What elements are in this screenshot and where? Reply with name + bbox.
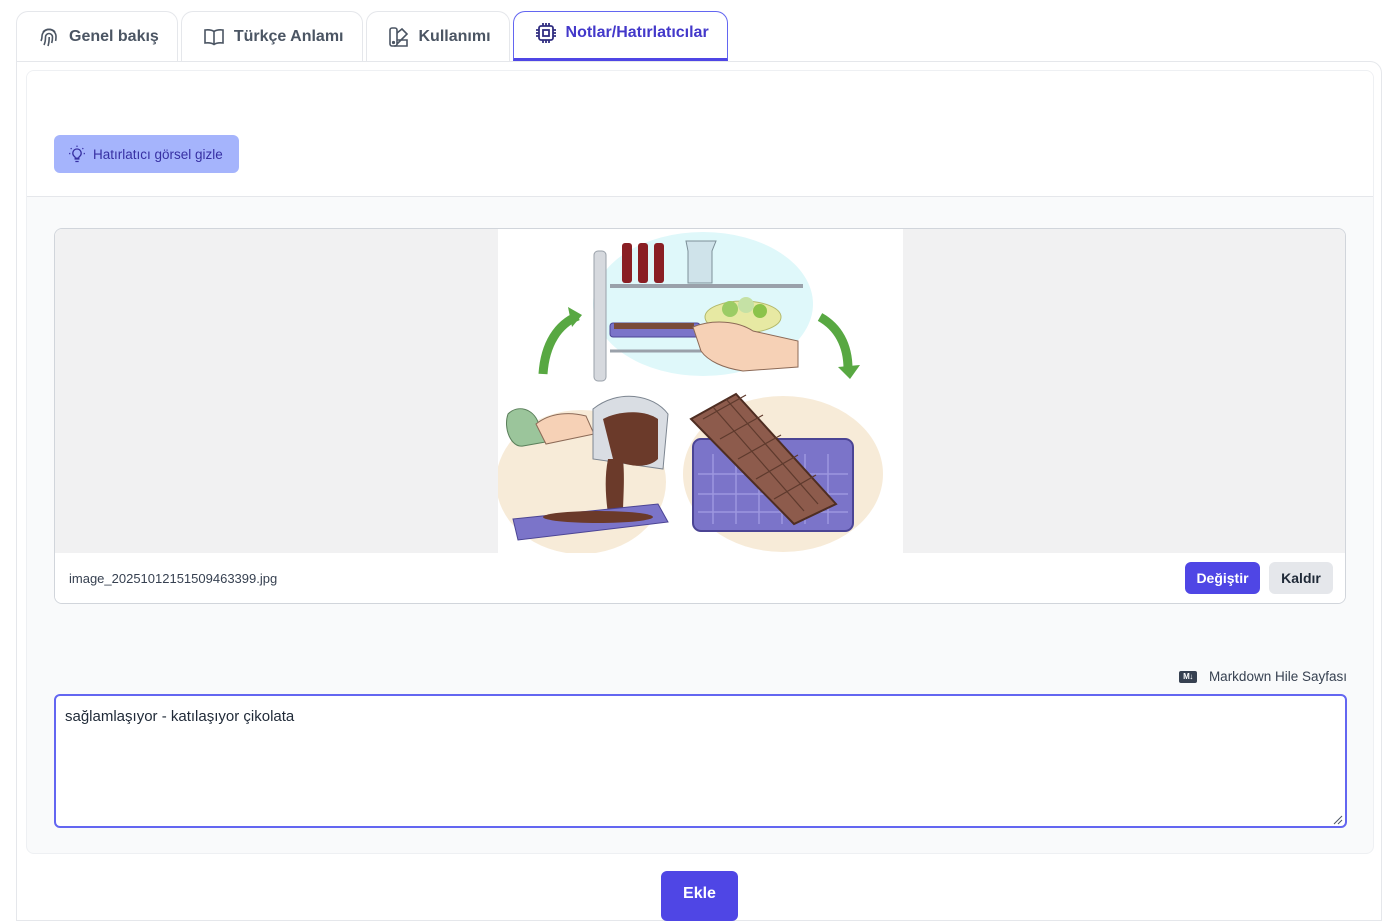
tab-label: Genel bakış <box>69 27 159 45</box>
notes-card: Hatırlatıcı görsel gizle image_202510121… <box>26 70 1374 854</box>
remove-image-button[interactable]: Kaldır <box>1269 562 1333 594</box>
image-area <box>55 229 1345 553</box>
resize-handle-icon[interactable] <box>1333 815 1343 825</box>
tab-label: Notlar/Hatırlatıcılar <box>565 24 709 41</box>
tab-usage[interactable]: Kullanımı <box>365 11 510 61</box>
tab-notes[interactable]: Notlar/Hatırlatıcılar <box>512 11 728 61</box>
add-button[interactable]: Ekle <box>661 871 738 921</box>
markdown-cheatsheet-link[interactable]: M↓ Markdown Hile Sayfası <box>1178 669 1347 684</box>
image-filename: image_20251012151509463399.jpg <box>69 571 278 586</box>
tab-label: Türkçe Anlamı <box>233 27 344 45</box>
tab-panel: Hatırlatıcı görsel gizle image_202510121… <box>16 61 1382 921</box>
image-preview: image_20251012151509463399.jpg Değiştir … <box>54 228 1346 604</box>
tab-overview[interactable]: Genel bakış <box>16 11 178 61</box>
swatch-icon <box>388 26 408 47</box>
hide-hint-image-label: Hatırlatıcı görsel gizle <box>93 146 223 162</box>
note-textarea[interactable]: sağlamlaşıyor - katılaşıyor çikolata <box>54 694 1347 828</box>
card-header: Hatırlatıcı görsel gizle <box>27 71 1373 197</box>
tab-label: Kullanımı <box>418 27 491 45</box>
hide-hint-image-button[interactable]: Hatırlatıcı görsel gizle <box>54 135 239 173</box>
chocolate-illustration <box>498 229 903 553</box>
image-footer: image_20251012151509463399.jpg Değiştir … <box>55 553 1345 603</box>
markdown-cheatsheet-label: Markdown Hile Sayfası <box>1208 669 1347 684</box>
change-image-button[interactable]: Değiştir <box>1185 562 1260 594</box>
book-icon <box>204 28 224 45</box>
tab-bar: Genel bakış Türkçe Anlamı Kullanımı Notl… <box>16 11 728 61</box>
tab-turkish-meaning[interactable]: Türkçe Anlamı <box>180 11 363 61</box>
markdown-icon: M↓ <box>1178 670 1197 683</box>
cpu-chip-icon <box>535 23 556 43</box>
lightbulb-icon <box>69 145 85 163</box>
fingerprint-icon <box>40 27 57 46</box>
